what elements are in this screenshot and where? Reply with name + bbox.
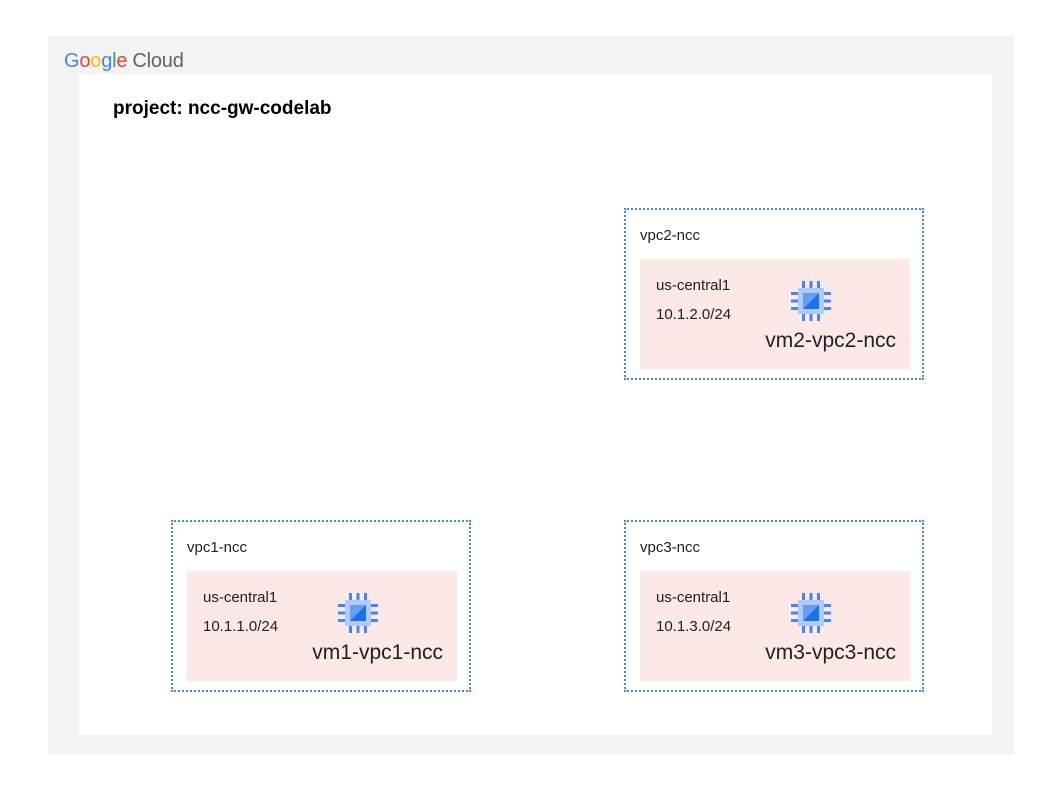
subnet-cidr: 10.1.2.0/24	[656, 306, 732, 323]
logo-letter: e	[116, 50, 128, 72]
vpc-box-vpc3: vpc3-ncc us-central1 10.1.3.0/24 vm3-vpc…	[624, 520, 924, 692]
vpc-box-vpc2: vpc2-ncc us-central1 10.1.2.0/24 vm2-vpc…	[624, 208, 924, 380]
google-cloud-frame: G o o g l e Cloud project: ncc-gw-codela…	[48, 36, 1014, 754]
vm-name: vm3-vpc3-ncc	[765, 641, 896, 664]
compute-engine-icon	[338, 593, 378, 633]
compute-engine-icon	[791, 281, 831, 321]
vpc-box-vpc1: vpc1-ncc us-central1 10.1.1.0/24 vm1-vpc…	[171, 520, 471, 692]
logo-product-word: Cloud	[132, 50, 184, 72]
google-cloud-logo: G o o g l e Cloud	[64, 50, 184, 74]
logo-letter: o	[79, 50, 91, 72]
subnet-cidr: 10.1.1.0/24	[203, 618, 279, 635]
subnet-box: us-central1 10.1.1.0/24 vm1-vpc1-ncc	[187, 571, 457, 681]
vm-name: vm1-vpc1-ncc	[312, 641, 443, 664]
logo-letter: g	[101, 50, 113, 72]
subnet-box: us-central1 10.1.2.0/24 vm2-vpc2-ncc	[640, 259, 910, 369]
subnet-region: us-central1	[656, 277, 731, 294]
subnet-region: us-central1	[203, 589, 278, 606]
subnet-cidr: 10.1.3.0/24	[656, 618, 732, 635]
subnet-box: us-central1 10.1.3.0/24 vm3-vpc3-ncc	[640, 571, 910, 681]
project-title: project: ncc-gw-codelab	[113, 98, 332, 119]
vpc-name: vpc3-ncc	[640, 539, 701, 556]
logo-letter: o	[90, 50, 102, 72]
logo-letter: G	[64, 50, 80, 72]
vm-name: vm2-vpc2-ncc	[765, 329, 896, 352]
subnet-region: us-central1	[656, 589, 731, 606]
vpc-name: vpc1-ncc	[187, 539, 248, 556]
vpc-name: vpc2-ncc	[640, 227, 701, 244]
project-container: project: ncc-gw-codelab vpc2-ncc us-cent…	[79, 74, 992, 735]
compute-engine-icon	[791, 593, 831, 633]
